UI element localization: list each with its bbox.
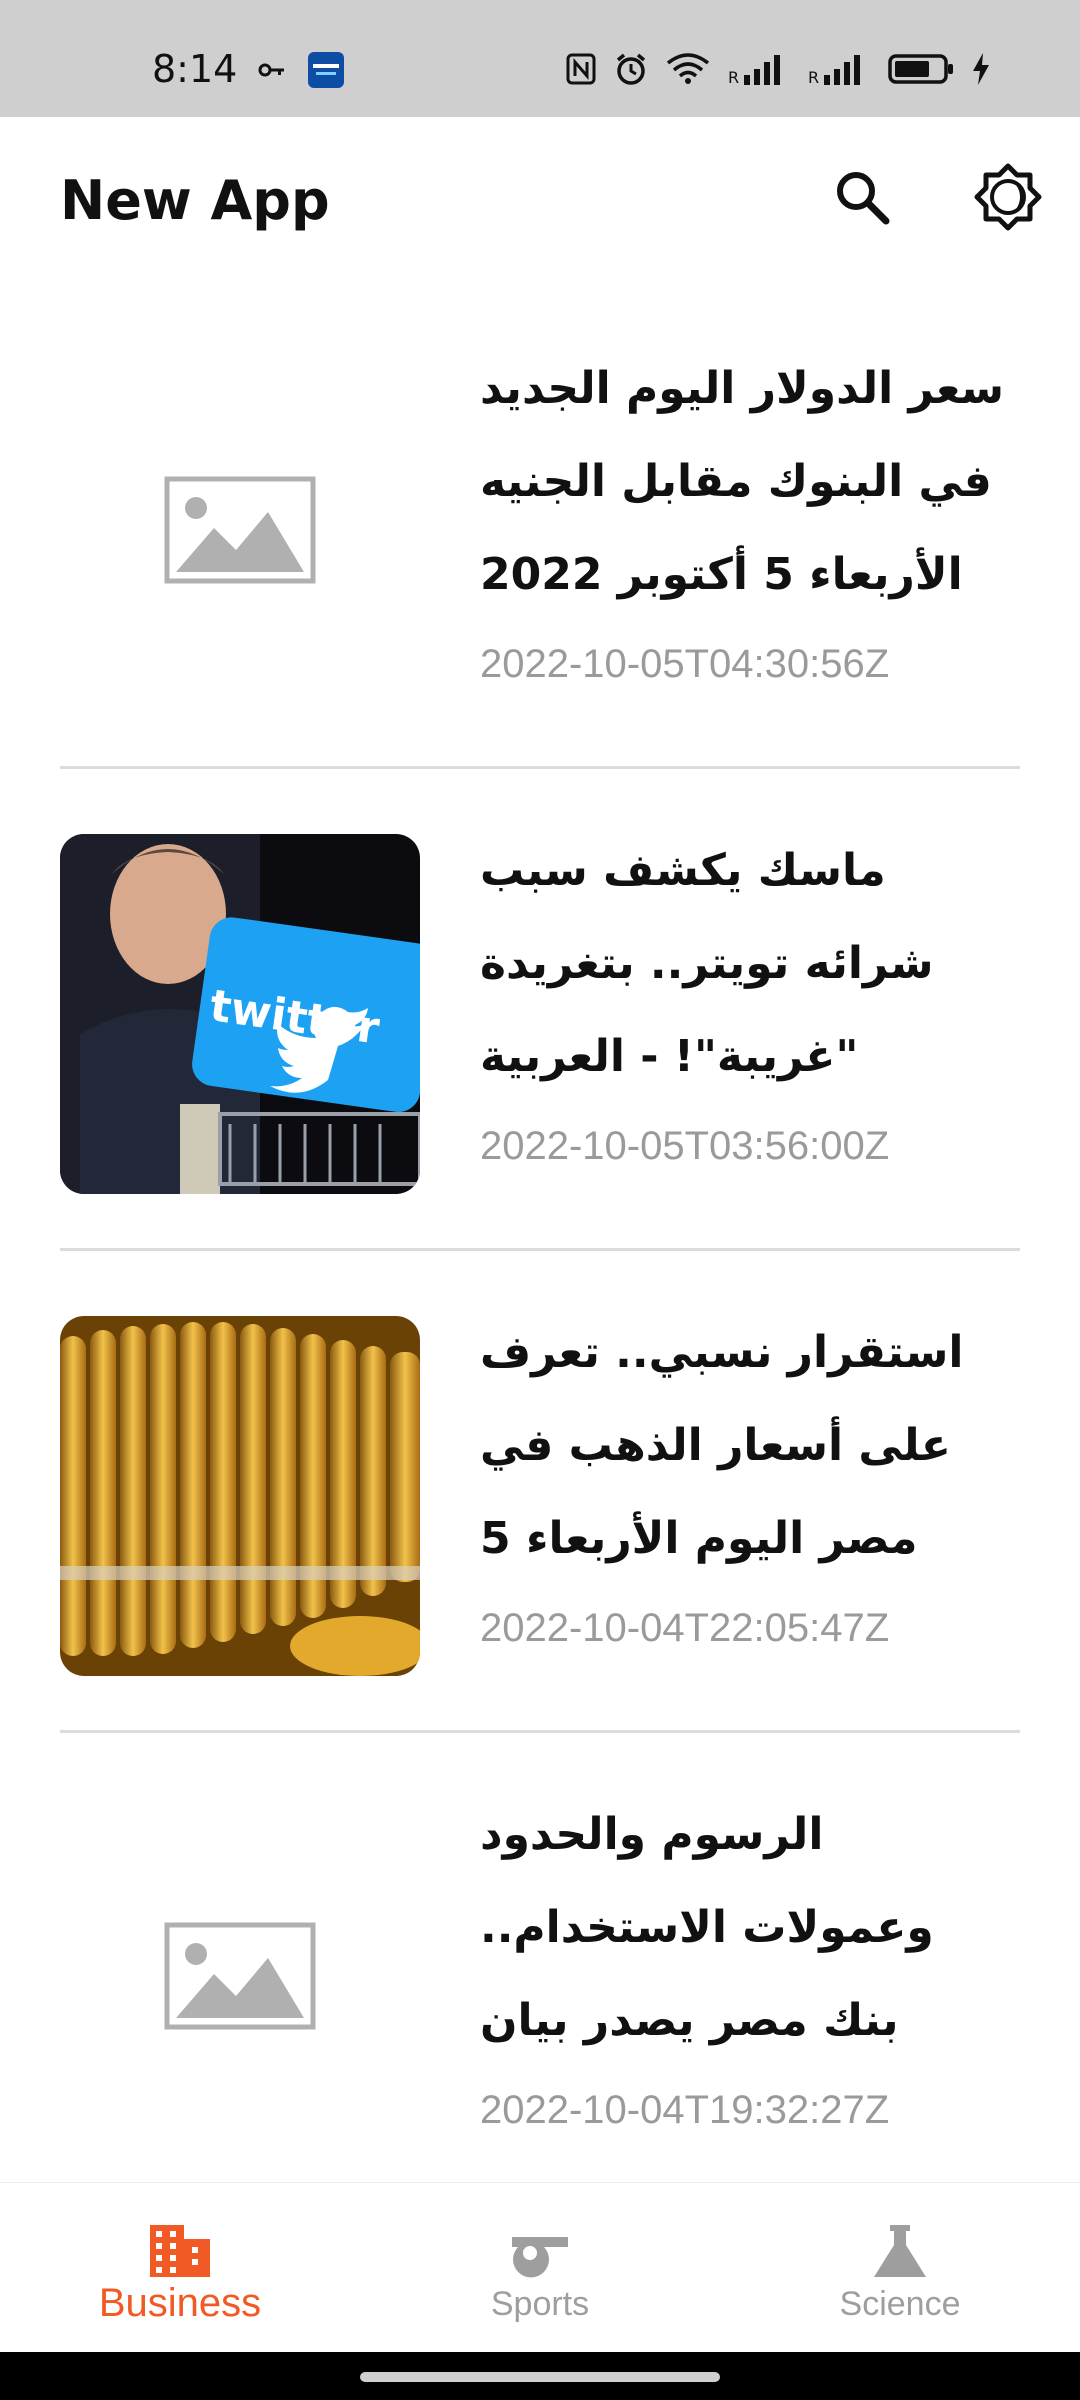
- article-card[interactable]: twitter ماسك يكشف سبب شرائه تويتر.. بتغر…: [60, 769, 1020, 1251]
- placeholder-image-icon: [164, 476, 316, 588]
- gold-bangles-photo: [60, 1316, 420, 1676]
- charging-icon: [972, 53, 990, 89]
- signal-icon: R: [808, 53, 870, 89]
- article-title: الرسوم والحدود وعمولات الاستخدام.. بنك م…: [480, 1809, 934, 2046]
- musk-twitter-photo: twitter: [60, 834, 420, 1194]
- article-thumbnail: [60, 1316, 420, 1676]
- etisalat-app-icon: [308, 52, 344, 92]
- article-thumbnail: [60, 1798, 420, 2158]
- article-date: 2022-10-04T22:05:47Z: [480, 1606, 890, 1650]
- tab-science[interactable]: Science: [720, 2183, 1080, 2353]
- tab-label: Business: [98, 2281, 262, 2325]
- theme-toggle-button[interactable]: [972, 162, 1044, 234]
- article-thumbnail: twitter: [60, 834, 420, 1194]
- app-bar: New App: [0, 117, 1080, 287]
- alarm-icon: [614, 52, 648, 90]
- nfc-icon: [566, 53, 596, 89]
- article-card[interactable]: استقرار نسبي.. تعرف على أسعار الذهب في م…: [60, 1251, 1020, 1733]
- wifi-icon: [666, 53, 710, 89]
- flask-icon: [868, 2223, 932, 2279]
- whistle-icon: [508, 2223, 572, 2279]
- tab-label: Science: [839, 2285, 961, 2323]
- placeholder-image-icon: [164, 1922, 316, 2034]
- article-thumbnail: [60, 352, 420, 712]
- tab-sports[interactable]: Sports: [360, 2183, 720, 2353]
- article-date: 2022-10-05T03:56:00Z: [480, 1124, 890, 1168]
- tab-label: Sports: [490, 2285, 590, 2323]
- status-time: 8:14: [152, 47, 238, 91]
- business-icon: [148, 2223, 212, 2279]
- search-icon: [832, 167, 892, 230]
- home-indicator[interactable]: [360, 2372, 720, 2382]
- article-date: 2022-10-04T19:32:27Z: [480, 2088, 890, 2132]
- article-card[interactable]: سعر الدولار اليوم الجديد في البنوك مقابل…: [60, 287, 1020, 769]
- signal-roaming-label: R: [728, 68, 739, 85]
- battery-icon: [888, 54, 954, 88]
- article-title: ماسك يكشف سبب شرائه تويتر.. بتغريدة "غري…: [480, 845, 934, 1082]
- article-date: 2022-10-05T04:30:56Z: [480, 642, 890, 686]
- page-title: New App: [60, 169, 330, 232]
- signal-icon: R: [728, 53, 790, 89]
- article-card[interactable]: الرسوم والحدود وعمولات الاستخدام.. بنك م…: [60, 1733, 1020, 2182]
- article-title: استقرار نسبي.. تعرف على أسعار الذهب في م…: [480, 1327, 964, 1564]
- article-title: سعر الدولار اليوم الجديد في البنوك مقابل…: [480, 363, 1004, 600]
- key-icon: [258, 62, 286, 82]
- tab-business[interactable]: Business: [0, 2183, 360, 2353]
- article-list[interactable]: سعر الدولار اليوم الجديد في البنوك مقابل…: [0, 287, 1080, 2182]
- search-button[interactable]: [826, 162, 898, 234]
- bottom-navigation: Business Sports Science: [0, 2182, 1080, 2353]
- svg-text:R: R: [808, 68, 819, 85]
- brightness-icon: [974, 163, 1042, 234]
- status-bar: 8:14 R R: [0, 0, 1080, 117]
- gesture-bar: [0, 2352, 1080, 2400]
